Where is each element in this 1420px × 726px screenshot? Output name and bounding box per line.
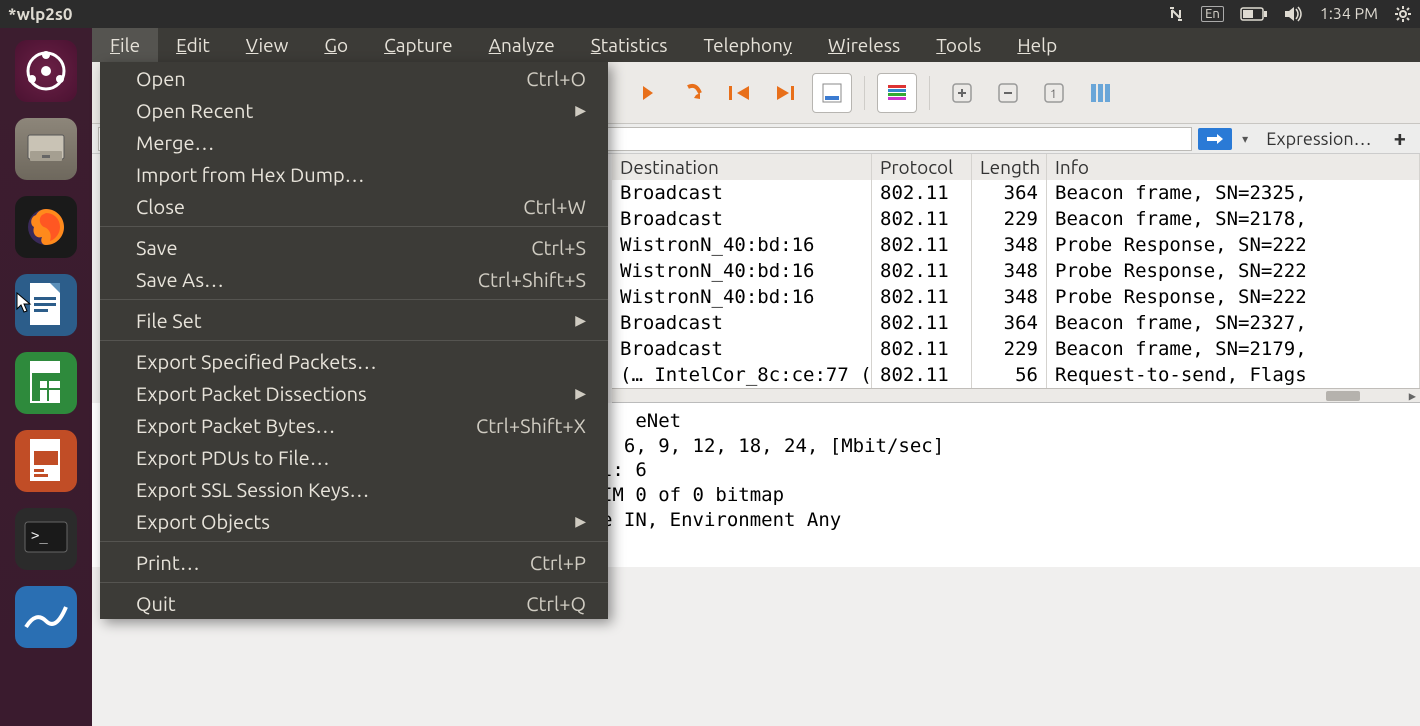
packet-list-header: Destination Protocol Length Info [612,154,1420,180]
menu-item-open-recent[interactable]: Open Recent▶ [100,94,608,126]
keyboard-indicator[interactable]: En [1201,6,1224,22]
menu-item-file-set[interactable]: File Set▶ [100,304,608,336]
apply-filter-button[interactable] [1198,128,1232,150]
battery-icon[interactable] [1240,7,1268,21]
table-row[interactable]: WistronN_40:bd:16802.11348Probe Response… [612,232,1420,258]
table-row[interactable]: Broadcast802.11364Beacon frame, SN=2327, [612,310,1420,336]
system-tray: En 1:34 PM [1167,5,1412,23]
col-length[interactable]: Length [972,154,1047,180]
add-filter-button[interactable]: + [1386,126,1414,151]
menu-go[interactable]: Go [306,28,366,62]
launcher-impress[interactable] [15,430,77,492]
table-row[interactable]: (… IntelCor_8c:ce:77 (…802.1156Request-t… [612,362,1420,388]
menu-item-print[interactable]: Print…Ctrl+P [100,546,608,578]
menu-telephony[interactable]: Telephony [685,28,810,62]
menu-view[interactable]: View [228,28,307,62]
expression-button[interactable]: Expression… [1258,129,1379,149]
menu-bar: File Edit View Go Capture Analyze Statis… [92,28,1420,62]
go-next-icon[interactable] [628,73,668,113]
window-title: *wlp2s0 [8,5,1167,24]
network-icon[interactable] [1167,5,1185,23]
launcher-wireshark[interactable] [15,586,77,648]
menu-item-open[interactable]: OpenCtrl+O [100,62,608,94]
menu-item-close[interactable]: CloseCtrl+W [100,190,608,222]
menu-file[interactable]: File [92,28,158,62]
launcher-terminal[interactable]: >_ [15,508,77,570]
packet-list[interactable]: Destination Protocol Length Info Broadca… [612,154,1420,403]
unity-launcher: >_ [0,28,92,726]
volume-icon[interactable] [1284,6,1304,22]
go-down-icon[interactable] [674,73,714,113]
table-row[interactable]: WistronN_40:bd:16802.11348Probe Response… [612,258,1420,284]
resize-columns-icon[interactable] [1080,73,1120,113]
menu-statistics[interactable]: Statistics [573,28,686,62]
menu-item-save[interactable]: SaveCtrl+S [100,231,608,263]
go-last-icon[interactable] [766,73,806,113]
zoom-in-icon[interactable] [942,73,982,113]
top-panel: *wlp2s0 En 1:34 PM [0,0,1420,28]
zoom-reset-icon[interactable]: 1 [1034,73,1074,113]
filter-dropdown-icon[interactable]: ▾ [1238,132,1252,146]
menu-edit[interactable]: Edit [158,28,228,62]
menu-item-export-ssl-session-keys[interactable]: Export SSL Session Keys… [100,473,608,505]
autoscroll-icon[interactable] [812,73,852,113]
table-row[interactable]: WistronN_40:bd:16802.11348Probe Response… [612,284,1420,310]
menu-item-export-packet-bytes[interactable]: Export Packet Bytes…Ctrl+Shift+X [100,409,608,441]
menu-item-merge[interactable]: Merge… [100,126,608,158]
clock[interactable]: 1:34 PM [1320,5,1378,23]
launcher-files[interactable] [15,118,77,180]
menu-item-export-pdus-to-file[interactable]: Export PDUs to File… [100,441,608,473]
launcher-firefox[interactable] [15,196,77,258]
col-info[interactable]: Info [1047,154,1420,180]
zoom-out-icon[interactable] [988,73,1028,113]
launcher-calc[interactable] [15,352,77,414]
menu-help[interactable]: Help [999,28,1075,62]
menu-item-import-from-hex-dump[interactable]: Import from Hex Dump… [100,158,608,190]
horizontal-scrollbar[interactable]: ▶ [612,388,1420,402]
colorize-icon[interactable] [877,73,917,113]
table-row[interactable]: Broadcast802.11229Beacon frame, SN=2178, [612,206,1420,232]
col-protocol[interactable]: Protocol [872,154,972,180]
file-menu-dropdown: OpenCtrl+OOpen Recent▶Merge…Import from … [100,62,608,619]
menu-item-quit[interactable]: QuitCtrl+Q [100,587,608,619]
launcher-dash[interactable] [15,40,77,102]
menu-wireless[interactable]: Wireless [810,28,918,62]
menu-item-export-objects[interactable]: Export Objects▶ [100,505,608,537]
table-row[interactable]: Broadcast802.11229Beacon frame, SN=2179, [612,336,1420,362]
menu-capture[interactable]: Capture [366,28,471,62]
menu-item-export-packet-dissections[interactable]: Export Packet Dissections▶ [100,377,608,409]
svg-text:>_: >_ [31,528,48,544]
menu-item-export-specified-packets[interactable]: Export Specified Packets… [100,345,608,377]
col-destination[interactable]: Destination [612,154,872,180]
gear-icon[interactable] [1394,5,1412,23]
go-first-icon[interactable] [720,73,760,113]
menu-item-save-as[interactable]: Save As…Ctrl+Shift+S [100,263,608,295]
svg-text:1: 1 [1050,88,1057,101]
table-row[interactable]: Broadcast802.11364Beacon frame, SN=2325, [612,180,1420,206]
mouse-cursor [16,292,34,314]
menu-tools[interactable]: Tools [918,28,999,62]
menu-analyze[interactable]: Analyze [471,28,573,62]
